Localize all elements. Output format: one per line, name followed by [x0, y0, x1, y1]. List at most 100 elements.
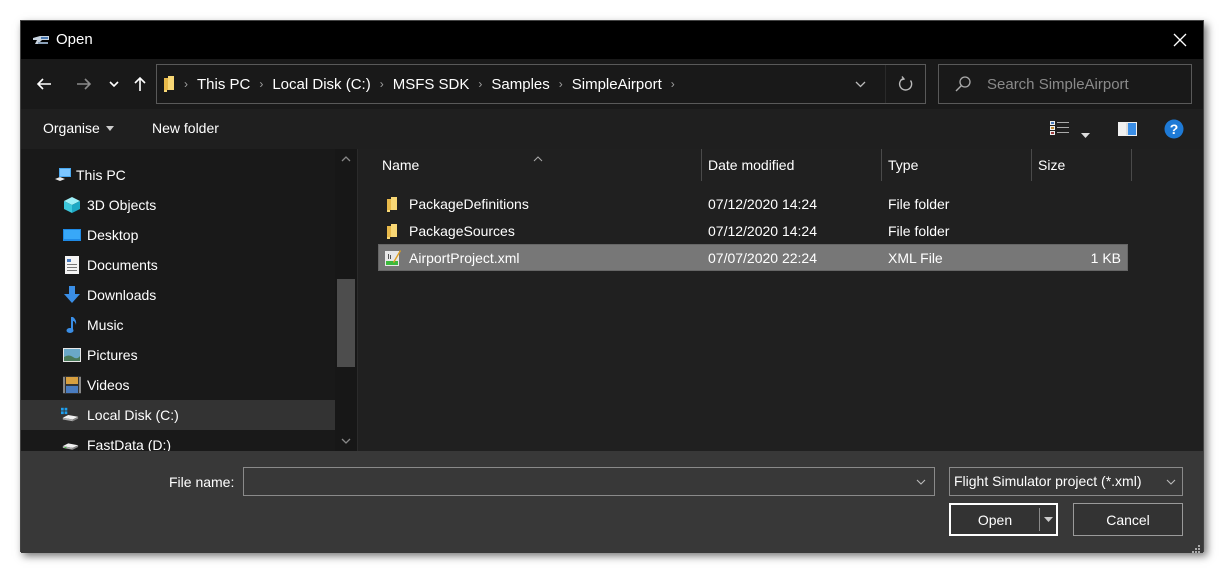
file-type-filter-value: Flight Simulator project (*.xml): [954, 473, 1142, 489]
nav-item-label: Music: [87, 317, 124, 333]
forward-button[interactable]: [71, 71, 97, 97]
breadcrumb-separator[interactable]: ›: [554, 77, 568, 91]
navigation-bar: › This PC › Local Disk (C:) › MSFS SDK ›…: [21, 59, 1203, 109]
organise-menu-button[interactable]: Organise: [43, 120, 114, 136]
nav-item-label: Pictures: [87, 347, 138, 363]
change-view-button[interactable]: [1050, 121, 1070, 136]
open-split-button[interactable]: Open: [949, 503, 1058, 536]
nav-item-videos[interactable]: Videos: [21, 370, 335, 400]
organise-label: Organise: [43, 120, 100, 136]
details-view-icon: [1050, 121, 1069, 135]
column-divider[interactable]: [1031, 149, 1032, 181]
help-button[interactable]: ?: [1164, 119, 1184, 142]
help-icon: ?: [1164, 119, 1184, 139]
column-header-date-modified[interactable]: Date modified: [708, 149, 794, 181]
address-history-dropdown[interactable]: [845, 65, 875, 103]
desktop-icon: [63, 226, 81, 244]
file-name-dropdown-button[interactable]: [908, 468, 934, 495]
file-name-input[interactable]: [248, 472, 898, 492]
chevron-down-icon: [855, 81, 865, 87]
nav-item-local-disk-c[interactable]: Local Disk (C:): [21, 400, 335, 430]
nav-item-downloads[interactable]: Downloads: [21, 280, 335, 310]
back-button[interactable]: [31, 71, 57, 97]
close-icon: [1173, 33, 1187, 47]
navigation-pane: This PC 3D Objects Desktop Documents Dow: [21, 149, 357, 451]
open-file-dialog: Open › This PC › Local Disk (C:) › MSFS …: [20, 20, 1204, 553]
search-input[interactable]: [987, 73, 1182, 95]
file-row[interactable]: PackageSources 07/12/2020 14:24 File fol…: [379, 218, 1127, 244]
open-button[interactable]: Open: [951, 505, 1039, 534]
nav-item-label: Videos: [87, 377, 130, 393]
new-folder-button[interactable]: New folder: [152, 120, 219, 136]
file-name-combobox[interactable]: [243, 467, 935, 496]
open-options-dropdown[interactable]: [1040, 505, 1056, 534]
file-date: 07/12/2020 14:24: [708, 223, 817, 239]
nav-item-3d-objects[interactable]: 3D Objects: [21, 190, 335, 220]
breadcrumb-separator[interactable]: ›: [473, 77, 487, 91]
breadcrumb-separator: ›: [184, 77, 188, 91]
navigation-pane-scrollbar[interactable]: [335, 149, 357, 451]
nav-item-documents[interactable]: Documents: [21, 250, 335, 280]
cancel-button[interactable]: Cancel: [1073, 503, 1183, 536]
scroll-down-button[interactable]: [335, 431, 357, 451]
refresh-icon: [898, 76, 912, 91]
arrow-up-icon: [134, 76, 146, 91]
search-box[interactable]: [938, 64, 1192, 104]
refresh-button[interactable]: [885, 65, 925, 103]
breadcrumb-item-local-disk[interactable]: Local Disk (C:): [268, 76, 374, 93]
breadcrumb-item-msfs-sdk[interactable]: MSFS SDK: [389, 76, 474, 93]
document-icon: [63, 256, 81, 274]
file-row[interactable]: PackageDefinitions 07/12/2020 14:24 File…: [379, 191, 1127, 217]
nav-item-desktop[interactable]: Desktop: [21, 220, 335, 250]
preview-pane-button[interactable]: [1118, 122, 1137, 139]
address-bar[interactable]: › This PC › Local Disk (C:) › MSFS SDK ›…: [156, 64, 926, 104]
scroll-up-button[interactable]: [335, 149, 357, 169]
breadcrumb-separator[interactable]: ›: [375, 77, 389, 91]
breadcrumb-item-this-pc[interactable]: This PC: [193, 76, 254, 93]
file-type-dropdown-button[interactable]: [1160, 468, 1182, 495]
flight-simulator-icon: [32, 33, 50, 45]
dialog-footer: File name: Flight Simulator project (*.x…: [21, 451, 1203, 553]
close-button[interactable]: [1157, 21, 1203, 59]
file-size: 1 KB: [1090, 250, 1121, 266]
nav-item-this-pc[interactable]: This PC: [21, 160, 335, 190]
recent-locations-button[interactable]: [101, 71, 127, 97]
chevron-down-icon: [1166, 479, 1176, 485]
file-name: AirportProject.xml: [409, 250, 520, 266]
column-divider[interactable]: [1131, 149, 1132, 181]
svg-text:?: ?: [1170, 121, 1179, 137]
preview-pane-icon: [1118, 122, 1137, 136]
nav-item-music[interactable]: Music: [21, 310, 335, 340]
file-name-label: File name:: [169, 474, 235, 490]
nav-item-label: 3D Objects: [87, 197, 157, 213]
breadcrumb: › This PC › Local Disk (C:) › MSFS SDK ›…: [163, 65, 680, 103]
view-options-dropdown[interactable]: [1081, 125, 1090, 141]
column-divider[interactable]: [701, 149, 702, 181]
nav-item-pictures[interactable]: Pictures: [21, 340, 335, 370]
file-type-filter-select[interactable]: Flight Simulator project (*.xml): [949, 467, 1183, 496]
folder-icon: [386, 191, 398, 217]
download-icon: [63, 286, 81, 304]
breadcrumb-item-samples[interactable]: Samples: [487, 76, 553, 93]
breadcrumb-item-simpleairport[interactable]: SimpleAirport: [568, 76, 666, 93]
chevron-up-icon: [341, 156, 351, 162]
file-size: [1039, 218, 1121, 244]
folder-icon: [386, 218, 398, 244]
file-type: File folder: [888, 223, 950, 239]
scrollbar-thumb[interactable]: [337, 279, 355, 367]
up-button[interactable]: [127, 71, 153, 97]
file-row-selected[interactable]: AirportProject.xml 07/07/2020 22:24 XML …: [378, 244, 1128, 271]
column-divider[interactable]: [881, 149, 882, 181]
breadcrumb-separator[interactable]: ›: [666, 77, 680, 91]
breadcrumb-separator[interactable]: ›: [254, 77, 268, 91]
nav-item-fastdata-d[interactable]: FastData (D:): [21, 430, 335, 451]
column-header-name[interactable]: Name: [382, 149, 419, 181]
file-list: Name Date modified Type Size PackageDefi…: [358, 149, 1203, 451]
caret-down-icon: [105, 125, 114, 131]
column-header-type[interactable]: Type: [888, 149, 918, 181]
column-header-size[interactable]: Size: [1038, 149, 1065, 181]
resize-grip-icon[interactable]: [1191, 541, 1201, 553]
pictures-icon: [63, 346, 81, 364]
sort-ascending-icon: [533, 149, 543, 165]
nav-item-label: FastData (D:): [87, 437, 172, 451]
